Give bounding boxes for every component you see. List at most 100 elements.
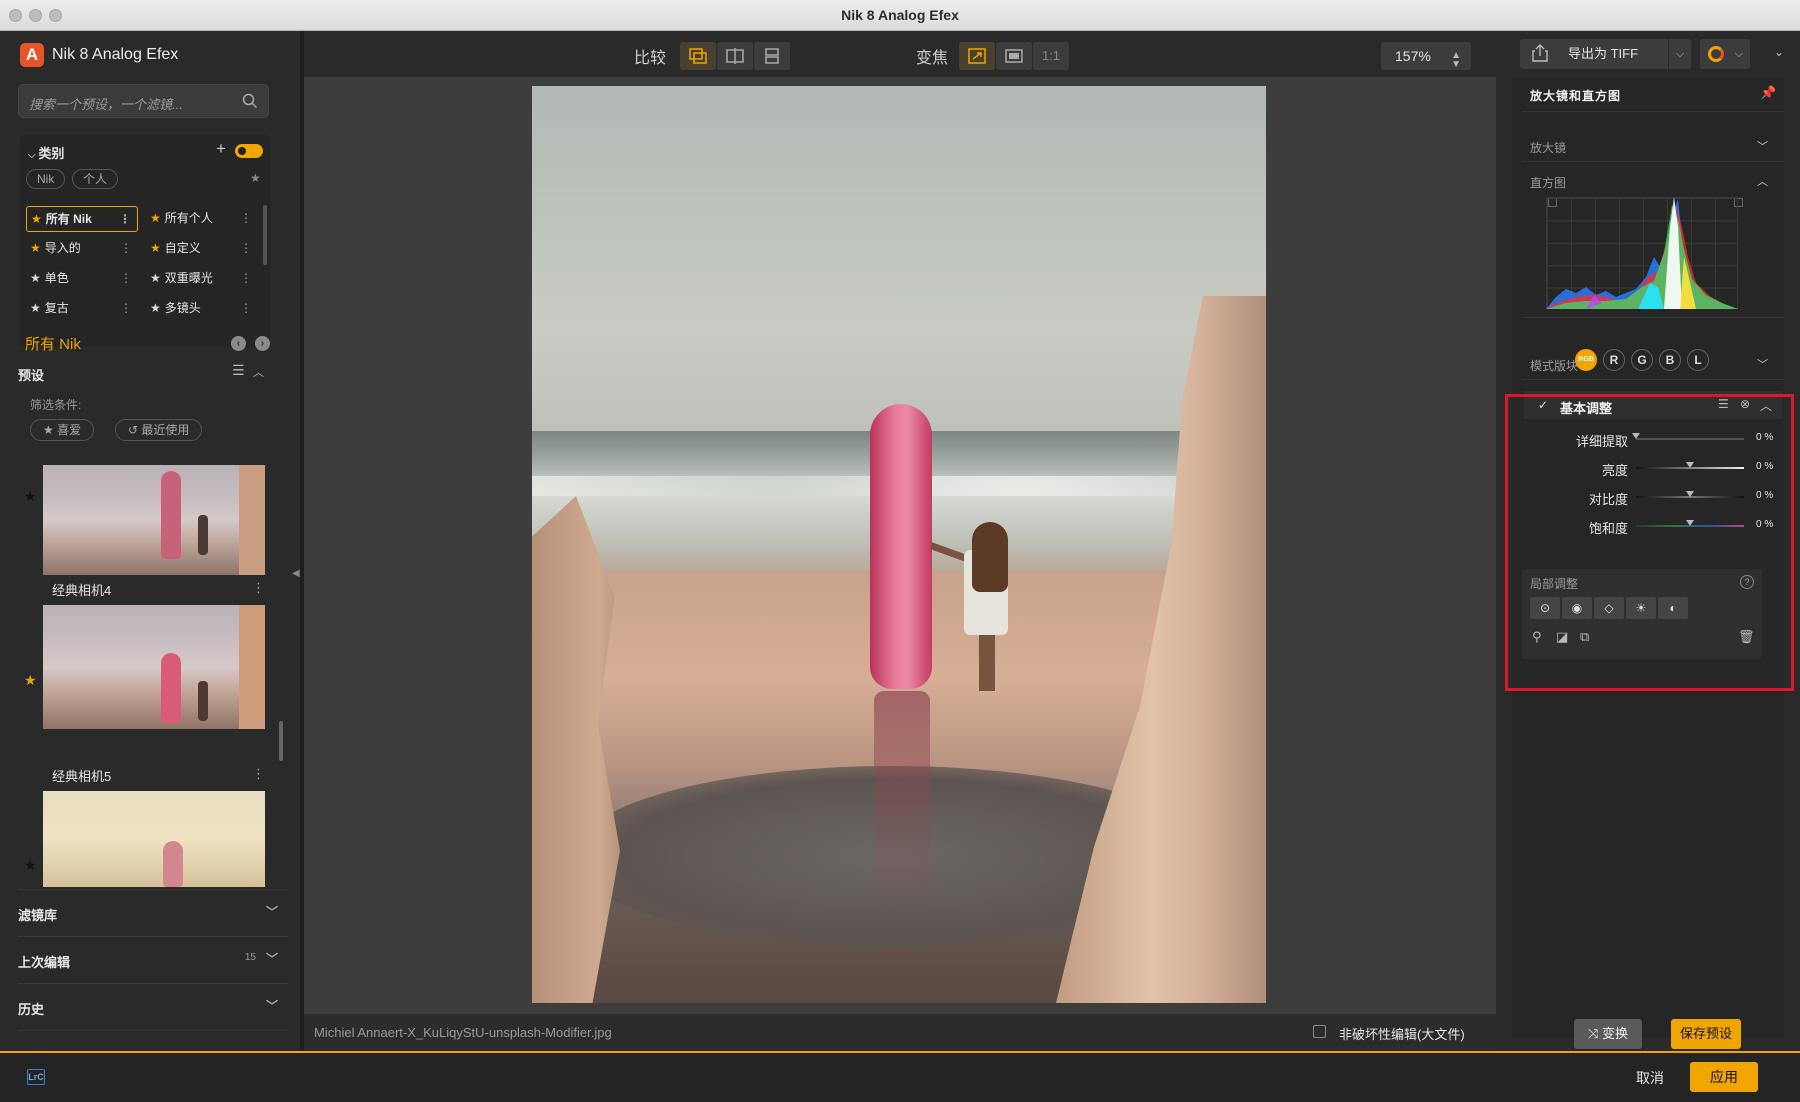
divider [1522, 111, 1784, 112]
zoom-label: 变焦 [916, 50, 949, 67]
shuffle-icon: ⤨ [1587, 1026, 1602, 1041]
add-category-button[interactable]: + [216, 139, 226, 159]
forward-arrow-icon[interactable]: › [255, 336, 270, 351]
star-icon: ★ [30, 271, 41, 285]
section-label: 滤镜库 [18, 908, 58, 923]
chevron-up-icon[interactable]: ︿ [253, 364, 264, 380]
category-custom[interactable]: ★ 自定义 ⋮ [146, 236, 258, 262]
chip-personal[interactable]: 个人 [72, 169, 119, 189]
filter-recent-chip[interactable]: ↺ 最近使用 [115, 419, 203, 441]
more-icon[interactable]: ⋮ [240, 296, 252, 320]
histogram-label: 直方图 [1530, 176, 1567, 190]
more-icon[interactable]: ⋮ [240, 206, 252, 230]
categories-header[interactable]: ⌵ 类别 [28, 143, 64, 162]
compare-split-button[interactable] [717, 42, 753, 70]
preset-thumbnail-3[interactable] [43, 791, 265, 887]
more-icon[interactable]: ⋮ [240, 266, 252, 290]
more-icon[interactable]: ⋮ [119, 207, 131, 231]
category-all-personal[interactable]: ★ 所有个人 ⋮ [146, 206, 258, 232]
section-label: 上次编辑 [18, 955, 71, 970]
mode-label: 模式版块 [1530, 359, 1579, 373]
more-icon[interactable]: ⋮ [252, 766, 265, 782]
nondestructive-label: 非破坏性编辑(大文件) [1339, 1027, 1465, 1042]
zoom-select[interactable]: 157% ▲ ▼ [1381, 42, 1471, 70]
fit-to-screen-button[interactable] [959, 42, 995, 70]
fill-icon [1005, 49, 1023, 63]
categories-title: 类别 [38, 146, 65, 161]
surfboard-shape [161, 471, 181, 559]
favorite-filter-icon[interactable]: ★ [250, 171, 261, 185]
history-section[interactable]: 历史 ﹀ [18, 999, 278, 1018]
more-icon[interactable]: ⋮ [252, 580, 265, 596]
preset-thumbnail-1[interactable] [43, 465, 265, 575]
image-canvas[interactable] [304, 77, 1496, 1014]
nondestructive-checkbox[interactable] [1313, 1025, 1326, 1038]
zoom-value: 157% [1395, 48, 1431, 64]
categories-box: ⌵ 类别 + Nik 个人 ★ ★ 所有 Nik ⋮ ★ 所有个人 ⋮ ★ 导入的 ⋮ ★ 自… [20, 135, 270, 347]
fit-icon [968, 48, 986, 64]
person-shape [198, 681, 208, 721]
section-label: 历史 [18, 1002, 45, 1017]
more-icon[interactable]: ⋮ [120, 236, 132, 260]
loupe-section[interactable]: 放大镜 ﹀ [1530, 139, 1768, 156]
zoom-1to1-button[interactable]: 1:1 [1033, 42, 1069, 70]
star-icon[interactable]: ★ [24, 672, 37, 689]
apply-button[interactable]: 应用 [1690, 1062, 1758, 1092]
randomize-label: 变换 [1602, 1026, 1629, 1041]
category-multi-lens[interactable]: ★ 多镜头 ⋮ [146, 296, 258, 322]
filter-favorites-chip[interactable]: ★ 喜爱 [30, 419, 95, 441]
category-vintage[interactable]: ★ 复古 ⋮ [26, 296, 138, 322]
view-toolbar: 比较 变焦 1:1 157% ▲ ▼ [304, 31, 1496, 77]
surfboard-reflection [874, 691, 930, 911]
star-icon: ★ [150, 301, 161, 315]
more-icon[interactable]: ⋮ [120, 296, 132, 320]
randomize-button[interactable]: ⤨ 变换 [1574, 1019, 1642, 1049]
categories-toggle[interactable] [235, 144, 263, 158]
preview-photo[interactable] [532, 86, 1266, 1003]
last-edits-section[interactable]: 上次编辑 15 ﹀ [18, 952, 278, 971]
export-tiff-button[interactable]: 导出为 TIFF [1520, 39, 1668, 69]
filter-chip-label: 喜爱 [57, 423, 82, 437]
chevron-down-icon: ﹀ [1757, 141, 1768, 153]
chip-nik[interactable]: Nik [26, 169, 66, 189]
filter-chip-label: 最近使用 [141, 423, 190, 437]
pin-icon[interactable]: 📌 [1760, 85, 1776, 101]
histogram-section[interactable]: 直方图 ︿ [1530, 174, 1768, 191]
back-arrow-icon[interactable]: ‹ [231, 336, 246, 351]
window-title: Nik 8 Analog Efex [841, 7, 959, 23]
collapse-left-panel-icon[interactable]: ◀ [292, 568, 300, 579]
search-input[interactable]: 搜索一个预设，一个滤镜... [18, 84, 269, 118]
fill-screen-button[interactable] [996, 42, 1032, 70]
filter-library-section[interactable]: 滤镜库 ﹀ [18, 905, 278, 924]
star-icon: ★ [150, 241, 161, 255]
category-label: 所有个人 [164, 211, 213, 225]
surfboard [870, 404, 932, 689]
compare-overlay-button[interactable] [680, 42, 716, 70]
preset-label: 经典相机4 [52, 583, 112, 598]
panel-menu-icon[interactable]: ⌄ [1774, 45, 1784, 59]
more-icon[interactable]: ⋮ [120, 266, 132, 290]
last-edits-count: 15 [244, 952, 256, 963]
compare-side-by-side-button[interactable] [754, 42, 790, 70]
categories-scrollbar[interactable] [263, 205, 267, 265]
save-preset-button[interactable]: 保存预设 [1671, 1019, 1741, 1049]
export-dropdown-button[interactable]: ⌵ [1669, 39, 1691, 69]
star-icon[interactable]: ★ [24, 488, 37, 505]
split-view-icon [726, 48, 744, 64]
star-icon[interactable]: ★ [24, 857, 37, 874]
nik-collection-switcher[interactable]: ⌵ [1700, 39, 1750, 69]
category-imported[interactable]: ★ 导入的 ⋮ [26, 236, 138, 262]
mode-section[interactable]: 模式版块 ﹀ [1530, 357, 1768, 374]
preset-thumbnail-2[interactable] [43, 605, 265, 729]
more-icon[interactable]: ⋮ [240, 236, 252, 260]
app-brand: A Nik 8 Analog Efex [20, 43, 178, 67]
presets-scrollbar[interactable] [279, 721, 283, 761]
divider [1522, 161, 1784, 162]
cancel-button[interactable]: 取消 [1636, 1068, 1664, 1088]
list-view-icon[interactable]: ☰ [232, 362, 245, 379]
category-all-nik[interactable]: ★ 所有 Nik ⋮ [26, 206, 138, 232]
category-mono[interactable]: ★ 单色 ⋮ [26, 266, 138, 292]
export-icon [1532, 44, 1548, 62]
category-double-exposure[interactable]: ★ 双重曝光 ⋮ [146, 266, 258, 292]
rock-shape [239, 605, 265, 729]
